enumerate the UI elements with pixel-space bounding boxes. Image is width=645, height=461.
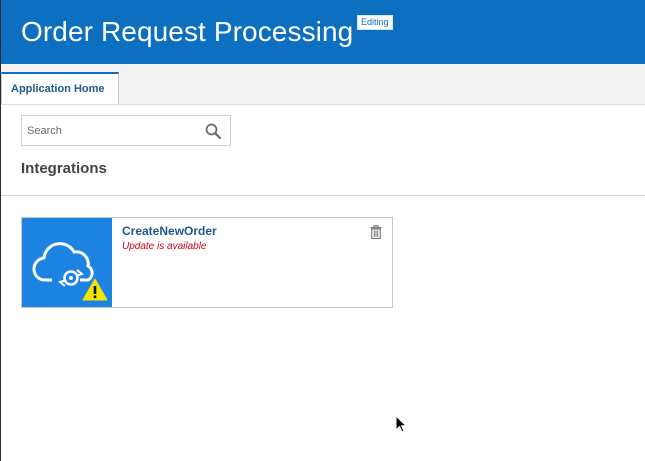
integration-card[interactable]: CreateNewOrder Update is available [21, 217, 393, 308]
tab-bar: Application Home [1, 64, 645, 105]
integration-status: Update is available [122, 241, 207, 252]
editing-badge: Editing [357, 15, 393, 30]
tab-label: Application Home [11, 83, 105, 95]
warning-icon [82, 278, 108, 301]
tab-application-home[interactable]: Application Home [1, 72, 119, 104]
integration-name[interactable]: CreateNewOrder [122, 224, 217, 238]
page-title: Order Request Processing [21, 16, 354, 47]
search-box [21, 115, 231, 146]
section-title: Integrations [21, 160, 107, 177]
section-divider [1, 195, 645, 196]
search-input[interactable] [27, 122, 197, 140]
app-header: Order Request Processing Editing [1, 0, 645, 64]
search-icon[interactable] [205, 123, 221, 139]
mouse-cursor-icon [395, 415, 408, 433]
trash-icon[interactable] [370, 225, 382, 239]
integration-thumbnail[interactable] [22, 218, 112, 307]
